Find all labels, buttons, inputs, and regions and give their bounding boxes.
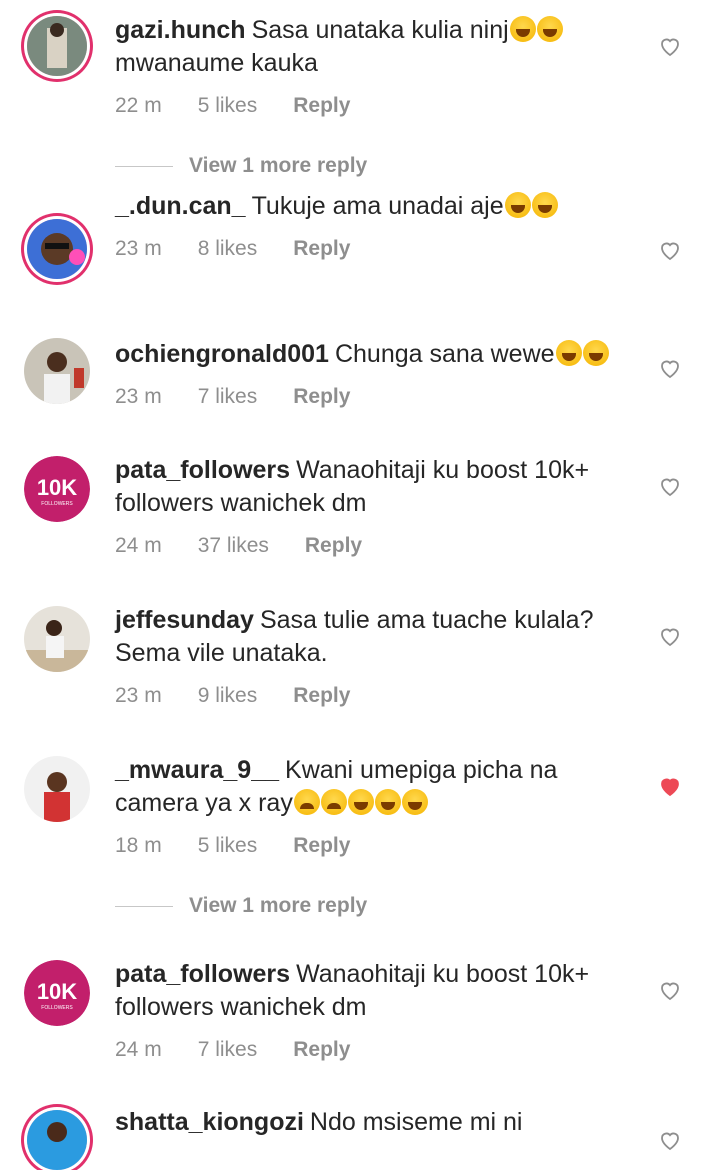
divider: [115, 165, 173, 167]
comment-username[interactable]: jeffesunday: [115, 606, 254, 634]
comment-text: Wanaohitaji ku boost 10k+: [296, 456, 590, 484]
heart-icon[interactable]: [658, 238, 682, 262]
comment-body: jeffesunday Sasa tulie ama tuache kulala?…: [115, 604, 640, 708]
heart-icon[interactable]: [658, 34, 682, 58]
avatar[interactable]: [24, 756, 90, 822]
comment-body: pata_followers Wanaohitaji ku boost 10k+ f…: [115, 454, 640, 558]
comment-body: shatta_kiongozi Ndo msiseme mi ni: [115, 1106, 640, 1139]
badge-subtext: FOLLOWERS: [41, 501, 73, 507]
heart-icon[interactable]: [658, 624, 682, 648]
comment-username[interactable]: shatta_kiongozi: [115, 1108, 304, 1136]
laughing-emoji-icon: [504, 192, 531, 218]
comment-likes[interactable]: 37 likes: [198, 534, 269, 558]
crying-emoji-icon: [293, 789, 320, 815]
laughing-emoji-icon: [536, 16, 563, 42]
reply-button[interactable]: Reply: [293, 1038, 350, 1062]
heart-filled-icon[interactable]: [658, 774, 682, 798]
comment-body: ochiengronald001 Chunga sana wewe 23 m 7 l…: [115, 338, 640, 409]
comment-text: Wanaohitaji ku boost 10k+: [296, 960, 590, 988]
comment-likes[interactable]: 9 likes: [198, 684, 258, 708]
heart-icon[interactable]: [658, 474, 682, 498]
laughing-emoji-icon: [555, 340, 582, 366]
comment-username[interactable]: gazi.hunch: [115, 16, 246, 44]
avatar[interactable]: [27, 219, 87, 279]
reply-button[interactable]: Reply: [293, 834, 350, 858]
view-more-replies[interactable]: View 1 more reply: [115, 154, 367, 178]
reply-button[interactable]: Reply: [305, 534, 362, 558]
comment-text: Sasa tulie ama tuache kulala?: [259, 606, 594, 634]
avatar[interactable]: [27, 1110, 87, 1170]
comment-username[interactable]: _.dun.can_: [115, 192, 246, 220]
reply-button[interactable]: Reply: [293, 237, 350, 261]
comment-username[interactable]: pata_followers: [115, 960, 290, 988]
reply-button[interactable]: Reply: [293, 684, 350, 708]
avatar[interactable]: [27, 16, 87, 76]
comment-username[interactable]: _mwaura_9__: [115, 756, 279, 784]
view-more-replies[interactable]: View 1 more reply: [115, 894, 367, 918]
laughing-emoji-icon: [347, 789, 374, 815]
crying-emoji-icon: [320, 789, 347, 815]
comment-text: Kwani umepiga picha na: [285, 756, 558, 784]
view-more-label[interactable]: View 1 more reply: [189, 154, 367, 178]
view-more-label[interactable]: View 1 more reply: [189, 894, 367, 918]
comment-text: Chunga sana wewe: [334, 340, 555, 368]
heart-icon[interactable]: [658, 1128, 682, 1152]
avatar[interactable]: [24, 338, 90, 404]
comment-text: Ndo msiseme mi ni: [309, 1108, 523, 1136]
comment-text-line2: camera ya x ray: [115, 789, 293, 817]
comment-time: 18 m: [115, 834, 162, 857]
comment-text-line2: followers wanichek dm: [115, 489, 367, 517]
comment-likes[interactable]: 7 likes: [198, 385, 258, 409]
badge-text: 10K: [37, 475, 77, 500]
comment-body: pata_followers Wanaohitaji ku boost 10k+ f…: [115, 958, 640, 1062]
avatar[interactable]: 10K FOLLOWERS: [24, 456, 90, 522]
comment-text: Sasa unataka kulia ninj: [251, 16, 509, 44]
heart-icon[interactable]: [658, 356, 682, 380]
laughing-emoji-icon: [401, 789, 428, 815]
comment-likes[interactable]: 7 likes: [198, 1038, 258, 1062]
comment-text-line2: followers wanichek dm: [115, 993, 367, 1021]
comment-body: gazi.hunch Sasa unataka kulia ninj mwanaum…: [115, 14, 640, 118]
comment-body: _.dun.can_ Tukuje ama unadai aje 23 m 8 li…: [115, 190, 640, 261]
comment-time: 23 m: [115, 237, 162, 260]
comment-text: Tukuje ama unadai aje: [251, 192, 504, 220]
heart-icon[interactable]: [658, 978, 682, 1002]
comment-time: 24 m: [115, 534, 162, 557]
comment-body: _mwaura_9__ Kwani umepiga picha na camera …: [115, 754, 640, 858]
divider: [115, 905, 173, 907]
laughing-emoji-icon: [531, 192, 558, 218]
comment-text-line2: mwanaume kauka: [115, 49, 318, 77]
comment-time: 23 m: [115, 385, 162, 408]
comment-text-line2: Sema vile unataka.: [115, 639, 328, 667]
comment-likes[interactable]: 5 likes: [198, 834, 258, 858]
comment-likes[interactable]: 8 likes: [198, 237, 258, 261]
laughing-emoji-icon: [509, 16, 536, 42]
avatar[interactable]: 10K FOLLOWERS: [24, 960, 90, 1026]
comment-username[interactable]: pata_followers: [115, 456, 290, 484]
reply-button[interactable]: Reply: [293, 94, 350, 118]
avatar[interactable]: [24, 606, 90, 672]
comment-time: 24 m: [115, 1038, 162, 1061]
badge-text: 10K: [37, 979, 77, 1004]
laughing-emoji-icon: [374, 789, 401, 815]
comment-username[interactable]: ochiengronald001: [115, 340, 329, 368]
comment-likes[interactable]: 5 likes: [198, 94, 258, 118]
comment-time: 23 m: [115, 684, 162, 707]
reply-button[interactable]: Reply: [293, 385, 350, 409]
badge-subtext: FOLLOWERS: [41, 1005, 73, 1011]
comment-time: 22 m: [115, 94, 162, 117]
laughing-emoji-icon: [582, 340, 609, 366]
